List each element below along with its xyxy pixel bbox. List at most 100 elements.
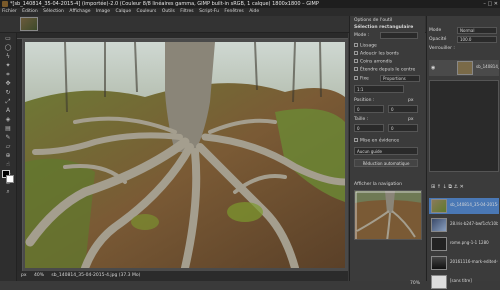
- vertical-ruler[interactable]: [17, 39, 23, 271]
- fixed-checkbox[interactable]: [354, 76, 358, 80]
- bucket-fill-tool-icon[interactable]: ◈: [3, 116, 13, 124]
- mode-buttons[interactable]: [380, 32, 418, 39]
- feather-option[interactable]: Adoucir les bords: [354, 51, 399, 57]
- menu-view[interactable]: Affichage: [69, 9, 90, 14]
- menu-image[interactable]: Image: [96, 9, 110, 14]
- opacity-label: Opacité: [429, 37, 447, 42]
- guides-select[interactable]: Aucun guide: [354, 147, 418, 155]
- expand-center-option[interactable]: Étendre depuis le centre: [354, 67, 415, 73]
- ellipse-select-tool-icon[interactable]: ◯: [3, 44, 13, 52]
- image-tab-bar: [0, 16, 500, 33]
- paintbrush-tool-icon[interactable]: ✎: [3, 134, 13, 142]
- image-list-item[interactable]: 28.Iris-b247-bwf1cfc10b: [429, 217, 499, 233]
- menu-select[interactable]: Sélection: [43, 9, 64, 14]
- position-x-input[interactable]: 0: [354, 105, 384, 113]
- antialias-checkbox[interactable]: [354, 43, 358, 47]
- image-name: 20161116-mark-edited-f: [450, 259, 498, 264]
- expand-center-checkbox[interactable]: [354, 67, 358, 71]
- menu-script-fu[interactable]: Script-Fu: [199, 9, 219, 14]
- navigation-zoom[interactable]: 70%: [410, 281, 420, 286]
- menu-windows[interactable]: Fenêtres: [224, 9, 243, 14]
- size-height-input[interactable]: 0: [388, 124, 418, 132]
- move-tool-icon[interactable]: ✥: [3, 80, 13, 88]
- rounded-option[interactable]: Coins arrondis: [354, 59, 392, 65]
- status-filename: sb_140814_35-04-2015-4.jpg (37.3 Mo): [51, 273, 141, 278]
- image-thumbnail: [431, 256, 447, 270]
- smudge-tool-icon[interactable]: ☝: [3, 161, 13, 169]
- tool-options-subtitle: Sélection rectangulaire: [354, 25, 414, 30]
- image-thumbnail: [431, 218, 447, 232]
- statusbar: px 40% sb_140814_35-04-2015-4.jpg (37.3 …: [17, 271, 348, 281]
- fixed-option[interactable]: Fixe: [354, 76, 369, 82]
- image-name: sb_140814_35-04-2015-4: [450, 202, 498, 207]
- window-title: *[sb_140814_35-04-2015-4] (importée)-2.0…: [10, 1, 319, 7]
- rotate-tool-icon[interactable]: ↻: [3, 89, 13, 97]
- menu-file[interactable]: Fichier: [2, 9, 17, 14]
- tree-roots-photo: [25, 42, 345, 268]
- rect-select-tool-icon[interactable]: ▭: [3, 35, 13, 43]
- rounded-checkbox[interactable]: [354, 59, 358, 63]
- image-tab-thumbnail[interactable]: [20, 17, 38, 31]
- menu-tools[interactable]: Outils: [162, 9, 175, 14]
- zoom-select[interactable]: 40%: [34, 273, 44, 278]
- ratio-input[interactable]: 1:1: [354, 85, 404, 93]
- size-width-input[interactable]: 0: [354, 124, 384, 132]
- horizontal-ruler[interactable]: [17, 33, 348, 39]
- size-label: Taille :: [354, 117, 369, 122]
- fixed-type-select[interactable]: Proportions: [380, 75, 420, 82]
- image-list-item[interactable]: [sans titre]: [429, 274, 499, 290]
- crop-tool-icon[interactable]: ⌗: [3, 71, 13, 79]
- gradient-tool-icon[interactable]: ▤: [3, 125, 13, 133]
- tool-options-panel: Options de l'outil Sélection rectangulai…: [349, 16, 425, 286]
- mode-label: Mode :: [354, 33, 370, 38]
- position-y-input[interactable]: 0: [388, 105, 418, 113]
- position-unit[interactable]: px: [408, 98, 414, 103]
- menu-edit[interactable]: Édition: [22, 9, 38, 14]
- canvas-image[interactable]: [25, 42, 345, 268]
- menu-help[interactable]: Aide: [249, 9, 259, 14]
- eraser-tool-icon[interactable]: ▱: [3, 143, 13, 151]
- menu-layer[interactable]: Calque: [115, 9, 131, 14]
- gimp-app-icon: [2, 1, 8, 7]
- fuzzy-select-tool-icon[interactable]: ✦: [3, 62, 13, 70]
- image-list-item[interactable]: rome.png-1-1 1280: [429, 236, 499, 252]
- antialias-label: Lissage: [360, 43, 377, 49]
- highlight-label: Mise en évidence: [360, 138, 400, 144]
- rounded-label: Coins arrondis: [360, 59, 393, 65]
- layers-toolbar-icons[interactable]: ⊞ ↑ ↓ ⧉ ⚓ ✕: [431, 184, 464, 190]
- unit-select[interactable]: px: [21, 273, 27, 278]
- menu-colors[interactable]: Couleurs: [137, 9, 157, 14]
- auto-shrink-button[interactable]: Réduction automatique: [354, 159, 418, 167]
- highlight-checkbox[interactable]: [354, 138, 358, 142]
- text-tool-icon[interactable]: A: [3, 107, 13, 115]
- opacity-input[interactable]: 100.0: [457, 36, 497, 43]
- image-name: 28.Iris-b247-bwf1cfc10b: [450, 221, 498, 226]
- layer-row[interactable]: ◉ sb_140814_3: [429, 60, 499, 76]
- menubar: Fichier Édition Sélection Affichage Imag…: [0, 8, 500, 16]
- lock-label: Verrouiller :: [429, 46, 455, 51]
- visibility-eye-icon[interactable]: ◉: [431, 65, 435, 71]
- scale-tool-icon[interactable]: ⤢: [3, 98, 13, 106]
- layer-mode-select[interactable]: Normal: [457, 27, 497, 34]
- expand-center-label: Étendre depuis le centre: [360, 67, 416, 73]
- menu-filters[interactable]: Filtres: [180, 9, 193, 14]
- layer-mode-label: Mode: [429, 28, 442, 33]
- clone-tool-icon[interactable]: ⊕: [3, 152, 13, 160]
- toolbox: ▭ ◯ ϟ ✦ ⌗ ✥ ↻ ⤢ A ◈ ▤ ✎ ▱ ⊕ ☝ ◐ ⊘ ⌕: [0, 33, 17, 281]
- layers-panel: Mode Normal Opacité 100.0 Verrouiller : …: [426, 16, 500, 289]
- window-controls[interactable]: – □ ✕: [483, 0, 498, 8]
- layers-list-area[interactable]: [429, 80, 499, 172]
- image-list-item[interactable]: 20161116-mark-edited-f: [429, 255, 499, 271]
- image-thumbnail: [431, 275, 447, 289]
- size-unit[interactable]: px: [408, 117, 414, 122]
- feather-checkbox[interactable]: [354, 51, 358, 55]
- highlight-option[interactable]: Mise en évidence: [354, 138, 399, 144]
- window-titlebar: *[sb_140814_35-04-2015-4] (importée)-2.0…: [0, 0, 500, 8]
- navigation-preview[interactable]: [354, 190, 422, 240]
- background-color-swatch[interactable]: [6, 175, 14, 183]
- antialias-option[interactable]: Lissage: [354, 43, 377, 49]
- tool-options-title: Options de l'outil: [354, 18, 393, 23]
- zoom-tool-icon[interactable]: ⌕: [3, 188, 13, 196]
- free-select-tool-icon[interactable]: ϟ: [3, 53, 13, 61]
- image-list-item-selected[interactable]: sb_140814_35-04-2015-4: [429, 198, 499, 214]
